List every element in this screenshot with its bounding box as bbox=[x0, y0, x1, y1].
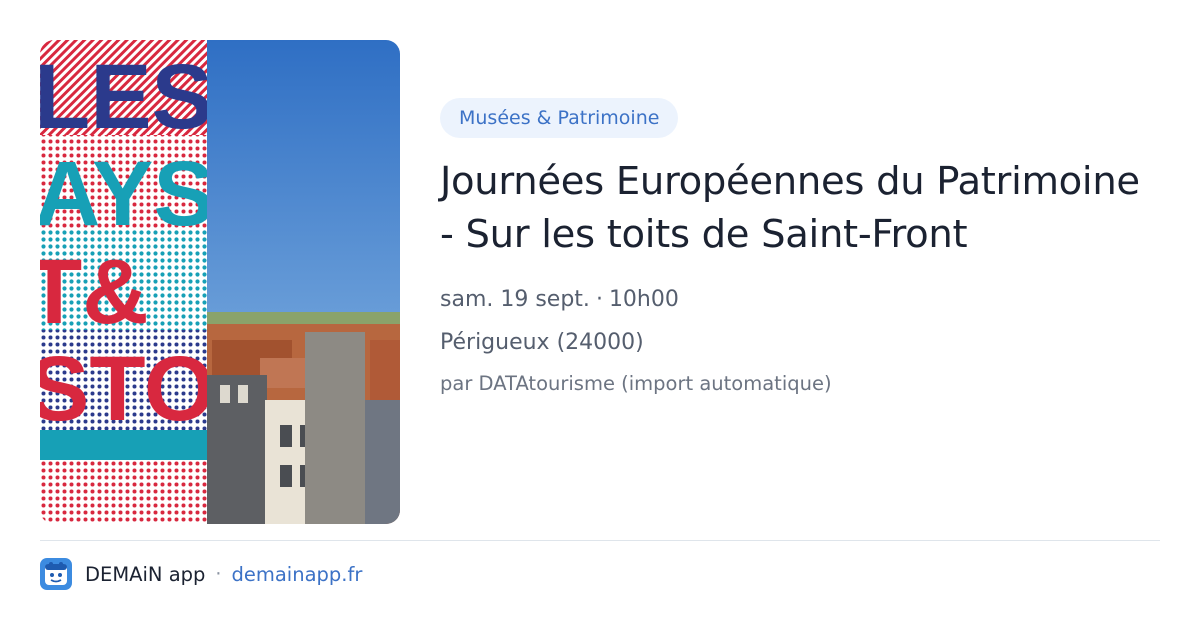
event-info: Musées & Patrimoine Journées Européennes… bbox=[440, 98, 1160, 395]
footer-divider bbox=[40, 540, 1160, 541]
poster-text-3: T& bbox=[40, 241, 149, 343]
footer: DEMAiN app · demainapp.fr bbox=[40, 557, 362, 591]
poster-text-1: LES bbox=[40, 46, 213, 148]
event-title[interactable]: Journées Européennes du Patrimoine - Sur… bbox=[440, 155, 1160, 261]
footer-separator: · bbox=[215, 563, 222, 585]
event-time: 10h00 bbox=[608, 287, 679, 312]
event-date: sam. 19 sept. bbox=[440, 287, 590, 312]
site-link[interactable]: demainapp.fr bbox=[231, 563, 362, 586]
event-location: Périgueux (24000) bbox=[440, 330, 644, 355]
poster-text-2: AYS bbox=[40, 143, 215, 245]
event-datetime: sam. 19 sept. · 10h00 bbox=[440, 287, 1160, 312]
event-image[interactable]: LES AYS T& STO bbox=[40, 40, 400, 524]
event-meta: sam. 19 sept. · 10h00 Périgueux (24000) pa… bbox=[440, 287, 1160, 395]
rooftop-photo bbox=[207, 40, 400, 524]
event-author: par DATAtourisme (import automatique) bbox=[440, 372, 832, 395]
category-tag[interactable]: Musées & Patrimoine bbox=[440, 98, 679, 138]
datetime-separator: · bbox=[595, 287, 603, 312]
event-photo: LES AYS T& STO bbox=[40, 40, 400, 524]
poster-graphic: LES AYS T& STO bbox=[40, 40, 215, 524]
demain-app-icon bbox=[40, 558, 72, 590]
poster-text-4: STO bbox=[40, 338, 215, 440]
app-name: DEMAiN app bbox=[85, 562, 206, 586]
